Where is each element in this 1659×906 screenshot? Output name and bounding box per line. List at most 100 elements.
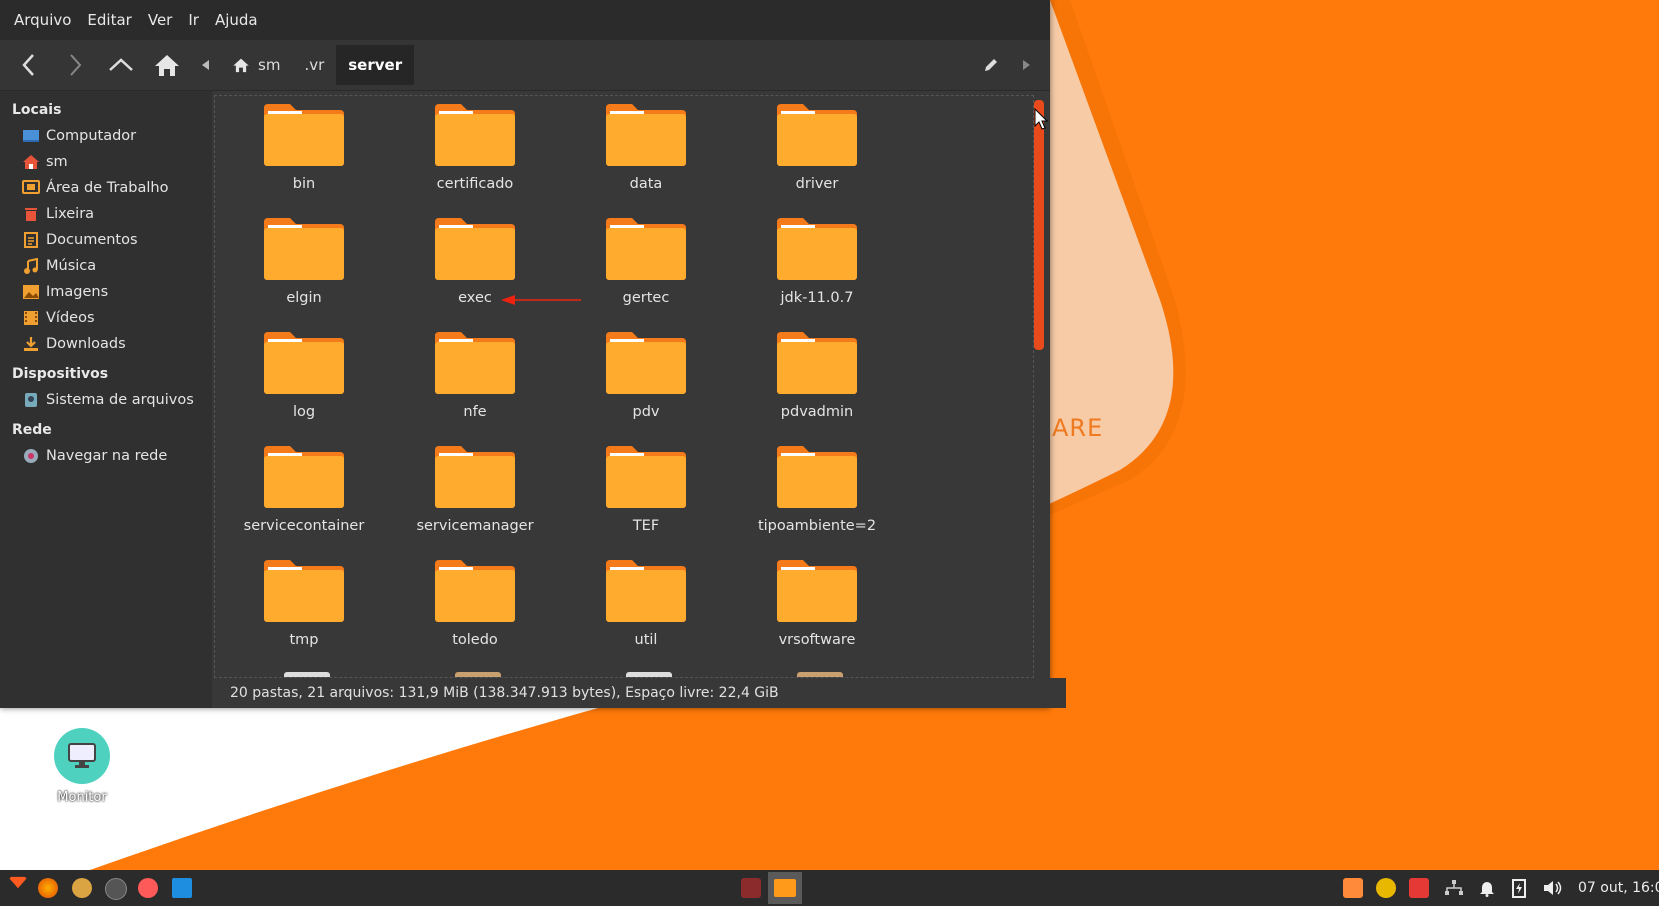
sidebar-item-downloads[interactable]: Downloads [0, 331, 212, 357]
folder-name: vrsoftware [778, 632, 856, 648]
sidebar-item-computador[interactable]: Computador [0, 123, 212, 149]
tray-update-icon[interactable] [1376, 878, 1396, 898]
sidebar-item-label: Computador [46, 128, 137, 144]
menu-editar[interactable]: Editar [79, 11, 139, 29]
folder-icon [264, 330, 344, 394]
sidebar-item-videos[interactable]: Vídeos [0, 305, 212, 331]
back-button[interactable] [6, 45, 52, 85]
sidebar-item-label: Área de Trabalho [46, 180, 169, 196]
folder-item[interactable]: servicemanager [400, 444, 550, 534]
forward-button[interactable] [52, 45, 98, 85]
sidebar-section-title: Rede [12, 422, 52, 438]
window-icon[interactable] [172, 878, 192, 898]
folder-icon [777, 558, 857, 622]
folder-item[interactable]: jdk-11.0.7 [742, 216, 892, 306]
folder-item[interactable]: bin [229, 102, 379, 192]
menu-arquivo[interactable]: Arquivo [6, 11, 79, 29]
pathbar-scroll-left-button[interactable] [192, 45, 220, 85]
battery-icon[interactable] [1512, 870, 1526, 906]
folder-name: certificado [436, 176, 514, 192]
clock[interactable]: 07 out, 16:0 [1578, 870, 1659, 906]
chevron-up-icon [109, 58, 133, 71]
folder-icon [606, 330, 686, 394]
home-icon [233, 58, 249, 73]
folder-icon [777, 102, 857, 166]
folder-item[interactable]: gertec [571, 216, 721, 306]
files-launcher-icon[interactable] [72, 878, 92, 898]
sidebar-item-label: Downloads [46, 336, 126, 352]
sidebar-item-label: Imagens [46, 284, 109, 300]
screen-recorder-icon[interactable] [138, 878, 158, 898]
drive-icon [22, 391, 40, 409]
sidebar-item-lixeira[interactable]: Lixeira [0, 201, 212, 227]
folder-item[interactable]: util [571, 558, 721, 648]
menu-ajuda[interactable]: Ajuda [207, 11, 266, 29]
folder-icon [777, 216, 857, 280]
up-button[interactable] [98, 45, 144, 85]
pathbar-scroll-right-button[interactable] [1016, 45, 1036, 85]
crumb-label: sm [258, 56, 281, 74]
toolbar: sm .vr server [0, 40, 1050, 91]
folder-icon [264, 558, 344, 622]
folder-item[interactable]: TEF [571, 444, 721, 534]
tray-anydesk-icon[interactable] [1409, 878, 1429, 898]
music-icon [22, 257, 40, 275]
monitor-icon [54, 728, 110, 784]
sidebar-item-label: Música [46, 258, 97, 274]
folder-item[interactable]: exec [400, 216, 550, 306]
folder-item[interactable]: pdv [571, 330, 721, 420]
tray-app-icon[interactable] [1343, 878, 1363, 898]
folder-item[interactable]: data [571, 102, 721, 192]
folder-name: gertec [622, 290, 670, 306]
folder-item[interactable]: tmp [229, 558, 379, 648]
sidebar-item-label: Lixeira [46, 206, 95, 222]
sidebar-item-imagens[interactable]: Imagens [0, 279, 212, 305]
terminal-icon[interactable] [105, 878, 127, 900]
folder-item[interactable]: tipoambiente=2 [742, 444, 892, 534]
crumb-vr[interactable]: .vr [292, 45, 336, 85]
folder-item[interactable]: vrsoftware [742, 558, 892, 648]
sidebar-item-sm[interactable]: sm [0, 149, 212, 175]
desktop-monitor-shortcut[interactable]: Monitor [44, 728, 120, 805]
folder-name: TEF [632, 518, 660, 534]
app-menu-icon[interactable] [8, 874, 28, 894]
chevron-left-icon [22, 54, 34, 76]
folder-item[interactable]: pdvadmin [742, 330, 892, 420]
folder-item[interactable]: servicecontainer [229, 444, 379, 534]
folder-item[interactable]: nfe [400, 330, 550, 420]
folder-icon [435, 444, 515, 508]
folder-item[interactable]: log [229, 330, 379, 420]
folder-item[interactable]: elgin [229, 216, 379, 306]
desktop-icon [22, 179, 40, 197]
crumb-home-sm[interactable]: sm [220, 45, 292, 85]
folder-name: data [629, 176, 663, 192]
menu-ir[interactable]: Ir [180, 11, 207, 29]
folder-name: pdv [632, 404, 660, 420]
folder-name: pdvadmin [780, 404, 854, 420]
edit-location-button[interactable] [976, 45, 1006, 85]
pencil-icon [985, 59, 997, 71]
notifications-icon[interactable] [1479, 870, 1495, 906]
scrollbar[interactable] [1034, 100, 1044, 350]
firefox-icon[interactable] [38, 878, 58, 898]
sidebar-item-navegar-na-rede[interactable]: Navegar na rede [0, 443, 212, 469]
status-bar: 20 pastas, 21 arquivos: 131,9 MiB (138.3… [214, 678, 1066, 708]
file-manager-task-button[interactable] [768, 872, 802, 904]
taskbar: 07 out, 16:0 [0, 870, 1659, 906]
sidebar-item-musica[interactable]: Música [0, 253, 212, 279]
network-icon[interactable] [1445, 870, 1463, 906]
volume-icon[interactable] [1543, 870, 1563, 906]
anydesk-task-icon[interactable] [741, 878, 761, 898]
sidebar-item-documentos[interactable]: Documentos [0, 227, 212, 253]
menu-ver[interactable]: Ver [140, 11, 181, 29]
home-button[interactable] [144, 45, 190, 85]
sidebar-item-label: Sistema de arquivos [46, 392, 194, 408]
folder-icon [435, 102, 515, 166]
sidebar-item-area-de-trabalho[interactable]: Área de Trabalho [0, 175, 212, 201]
folder-item[interactable]: toledo [400, 558, 550, 648]
desktop-icon-label: Monitor [57, 790, 107, 805]
crumb-server[interactable]: server [336, 45, 415, 85]
folder-item[interactable]: certificado [400, 102, 550, 192]
sidebar-item-sistema-de-arquivos[interactable]: Sistema de arquivos [0, 387, 212, 413]
folder-item[interactable]: driver [742, 102, 892, 192]
